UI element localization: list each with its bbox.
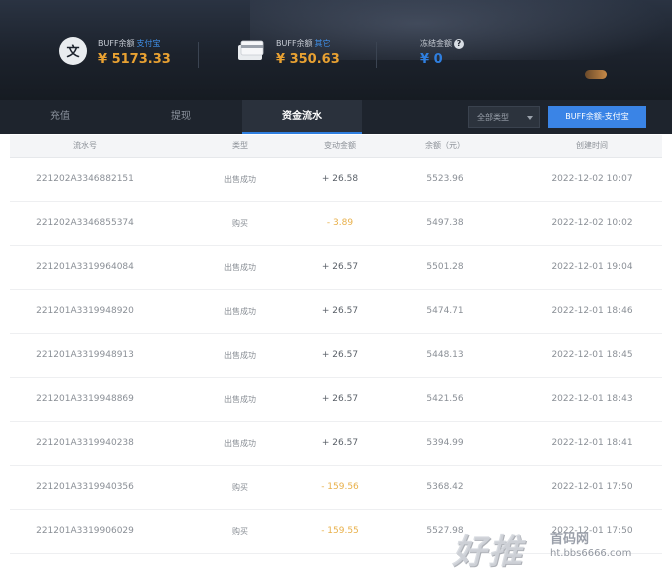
cell-amount: + 26.57 — [321, 394, 359, 404]
balance-alipay-value: ¥ 5173.33 — [98, 52, 171, 67]
header-divider — [198, 42, 199, 68]
column-header-type: 类型 — [232, 141, 248, 150]
cell-amount: + 26.58 — [321, 174, 359, 184]
balance-alipay-tag: 支付宝 — [136, 39, 161, 48]
cell-time: 2022-12-02 10:02 — [551, 218, 633, 228]
cell-type: 出售成功 — [224, 439, 256, 448]
table-row: 221201A3319940238 出售成功 + 26.57 5394.99 2022-… — [10, 422, 662, 466]
balance-alipay: 文 BUFF余额 支付宝 ¥ 5173.33 — [58, 32, 188, 78]
watermark-site-name: 首码网 — [550, 532, 590, 547]
cell-balance: 5523.96 — [426, 174, 464, 184]
cell-time: 2022-12-01 18:46 — [551, 306, 633, 316]
balance-other-value: ¥ 350.63 — [276, 52, 340, 67]
cell-id: 221202A3346855374 — [36, 218, 134, 228]
cell-type: 购买 — [232, 527, 248, 536]
cell-id: 221201A3319948913 — [36, 350, 134, 360]
table-row: 221201A3319948869 出售成功 + 26.57 5421.56 2022-… — [10, 378, 662, 422]
cell-amount: + 26.57 — [321, 306, 359, 316]
balance-header: 文 BUFF余额 支付宝 ¥ 5173.33 BUFF余额 其它 ¥ 350.63 … — [0, 0, 672, 100]
table-row: 221201A3319940356 购买 - 159.56 5368.42 2022-1… — [10, 466, 662, 510]
type-filter-value: 全部类型 — [477, 113, 509, 122]
cell-type: 出售成功 — [224, 175, 256, 184]
cell-time: 2022-12-01 19:04 — [551, 262, 633, 272]
column-header-time: 创建时间 — [576, 141, 608, 150]
table-row: 221202A3346882151 出售成功 + 26.58 5523.96 2022-… — [10, 158, 662, 202]
balance-source-button[interactable]: BUFF余额-支付宝 — [548, 106, 646, 128]
column-header-amount: 变动金额 — [324, 141, 356, 150]
cell-time: 2022-12-01 18:41 — [551, 438, 633, 448]
chevron-down-icon — [527, 116, 533, 120]
help-icon[interactable]: ? — [454, 38, 464, 49]
table-row: 221201A3319948920 出售成功 + 26.57 5474.71 2022-… — [10, 290, 662, 334]
cell-type: 出售成功 — [224, 307, 256, 316]
cell-balance: 5501.28 — [426, 262, 464, 272]
column-header-id: 流水号 — [73, 141, 97, 150]
cell-id: 221201A3319948869 — [36, 394, 134, 404]
cell-type: 出售成功 — [224, 395, 256, 404]
column-header-balance: 余额（元） — [425, 141, 465, 150]
table-header: 流水号 类型 变动金额 余额（元） 创建时间 — [10, 135, 662, 158]
cell-amount: - 159.55 — [321, 526, 359, 536]
cell-amount: + 26.57 — [321, 262, 359, 272]
balance-alipay-label: BUFF余额 支付宝 — [98, 39, 161, 48]
cell-id: 221201A3319964084 — [36, 262, 134, 272]
cell-time: 2022-12-02 10:07 — [551, 174, 633, 184]
cell-amount: - 3.89 — [326, 218, 354, 228]
cell-time: 2022-12-01 18:45 — [551, 350, 633, 360]
cell-id: 221202A3346882151 — [36, 174, 134, 184]
cell-amount: + 26.57 — [321, 350, 359, 360]
balance-other-label: BUFF余额 其它 — [276, 39, 331, 48]
watermark: 好推 首码网 ht.bbs6666.com — [452, 520, 670, 570]
cell-id: 221201A3319906029 — [36, 526, 134, 536]
cell-balance: 5497.38 — [426, 218, 464, 228]
balance-other: BUFF余额 其它 ¥ 350.63 — [236, 32, 366, 78]
cell-balance: 5421.56 — [426, 394, 464, 404]
tab-withdraw[interactable]: 提现 — [121, 100, 241, 134]
cell-amount: - 159.56 — [321, 482, 359, 492]
header-divider — [376, 42, 377, 68]
cell-type: 出售成功 — [224, 263, 256, 272]
bank-card-icon — [238, 40, 264, 60]
table-row: 221201A3319948913 出售成功 + 26.57 5448.13 2022-… — [10, 334, 662, 378]
page: 文 BUFF余额 支付宝 ¥ 5173.33 BUFF余额 其它 ¥ 350.63 … — [0, 0, 672, 570]
table-row: 221202A3346855374 购买 - 3.89 5497.38 2022-12-… — [10, 202, 662, 246]
tab-fund-flow[interactable]: 资金流水 — [242, 100, 362, 134]
cell-time: 2022-12-01 18:43 — [551, 394, 633, 404]
cell-amount: + 26.57 — [321, 438, 359, 448]
bullet-decoration — [585, 70, 607, 79]
type-filter-select[interactable]: 全部类型 — [468, 106, 540, 128]
tab-recharge[interactable]: 充值 — [0, 100, 120, 134]
cell-balance: 5368.42 — [426, 482, 464, 492]
balance-frozen: 冻结金额? ¥ 0 — [420, 32, 540, 78]
watermark-logo: 好推 — [452, 532, 524, 570]
alipay-icon: 文 — [59, 37, 87, 65]
balance-frozen-value: ¥ 0 — [420, 52, 443, 67]
cell-balance: 5394.99 — [426, 438, 464, 448]
cell-id: 221201A3319948920 — [36, 306, 134, 316]
balance-other-tag: 其它 — [314, 39, 331, 48]
cell-id: 221201A3319940238 — [36, 438, 134, 448]
table-body: 221202A3346882151 出售成功 + 26.58 5523.96 2022-… — [10, 158, 662, 554]
cell-type: 购买 — [232, 483, 248, 492]
page-edge — [662, 134, 672, 570]
balance-frozen-label: 冻结金额? — [420, 38, 464, 49]
cell-type: 购买 — [232, 219, 248, 228]
watermark-url: ht.bbs6666.com — [550, 548, 632, 559]
cell-balance: 5448.13 — [426, 350, 464, 360]
cell-type: 出售成功 — [224, 351, 256, 360]
cell-balance: 5474.71 — [426, 306, 464, 316]
cell-time: 2022-12-01 17:50 — [551, 482, 633, 492]
svg-text:文: 文 — [66, 44, 80, 60]
table-row: 221201A3319964084 出售成功 + 26.57 5501.28 2022-… — [10, 246, 662, 290]
cell-id: 221201A3319940356 — [36, 482, 134, 492]
fund-flow-table: 流水号 类型 变动金额 余额（元） 创建时间 221202A3346882151… — [10, 135, 662, 554]
